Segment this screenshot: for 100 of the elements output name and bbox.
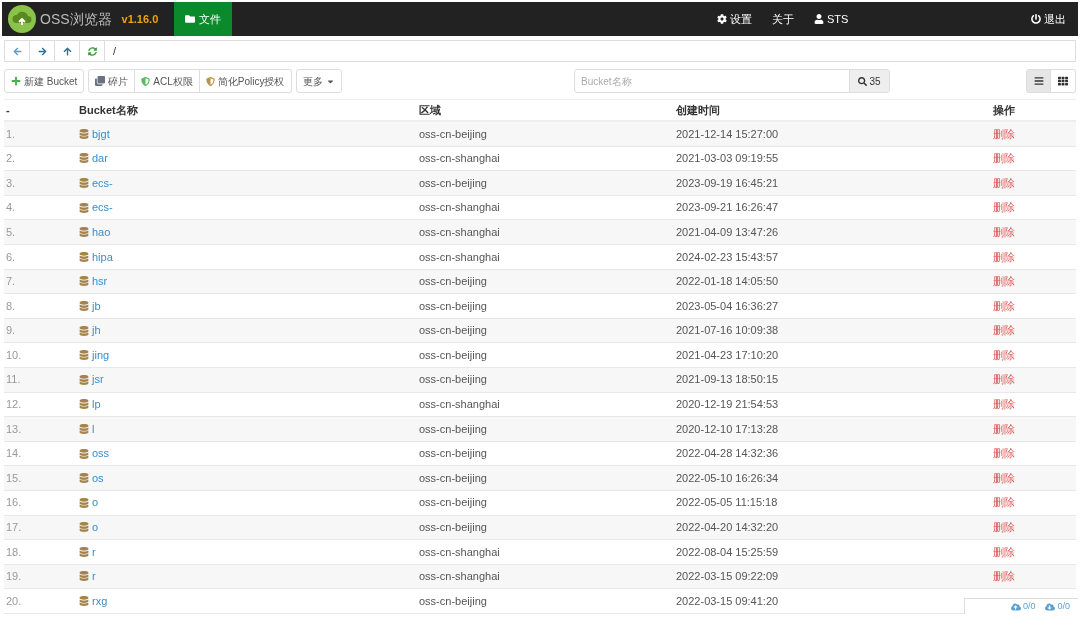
about-link[interactable]: 关于 [772,10,794,28]
shield-icon [141,76,151,86]
bucket-icon [79,374,89,385]
bucket-name-link[interactable]: ecs- [92,199,113,216]
delete-link[interactable]: 删除 [993,568,1015,585]
column-header: 区域 [419,102,442,118]
copy-icon [95,76,106,86]
cloud-download-icon [1045,601,1056,612]
row-number: 6. [5,249,17,265]
upload-status-button[interactable]: 0/0 [1010,599,1036,614]
row-number: 18. [5,544,23,560]
bucket-icon [79,350,89,361]
grid-view-button[interactable] [1051,69,1076,93]
bucket-name-link[interactable]: jsr [92,371,104,388]
row-number: 16. [5,495,23,511]
bucket-name-link[interactable]: o [92,494,99,511]
acl-button[interactable]: ACL权限 [135,69,200,93]
delete-link[interactable]: 删除 [993,346,1015,364]
bucket-name-link[interactable]: dar [92,150,108,167]
forward-button[interactable] [29,40,54,62]
files-tab[interactable]: 文件 [174,2,233,36]
created-time-cell-text: 2022-04-20 14:32:20 [676,520,780,536]
forward-arrow-icon [37,46,47,56]
bucket-icon [79,300,89,311]
bucket-icon [79,202,89,213]
delete-link[interactable]: 删除 [993,199,1015,216]
bucket-search-field[interactable]: Bucket名称 35 [574,69,890,93]
download-status-button[interactable]: 0/0 [1045,599,1070,614]
logout-link[interactable]: 退出 [1031,10,1066,28]
refresh-icon [87,46,97,56]
bucket-name-link[interactable]: oss [92,445,110,462]
bucket-icon [79,178,89,188]
back-arrow-icon [12,46,22,56]
region-cell-text: oss-cn-beijing [419,520,488,536]
region-cell-text: oss-cn-shanghai [419,200,501,216]
delete-link[interactable]: 删除 [993,322,1015,339]
region-cell-text: oss-cn-beijing [419,593,488,609]
delete-link[interactable]: 删除 [993,150,1015,167]
bucket-name-link[interactable]: lp [92,396,101,413]
bucket-name-link[interactable]: o [92,519,99,536]
bucket-icon [79,399,89,410]
created-time-cell-text: 2021-03-03 09:19:55 [676,151,780,167]
list-view-button[interactable] [1026,69,1051,93]
bucket-name-link[interactable]: bjgt [92,125,110,143]
delete-link[interactable]: 删除 [993,371,1015,388]
created-time-cell-text: 2022-08-04 15:25:59 [676,544,780,560]
bucket-name-link[interactable]: jing [92,346,110,364]
bucket-name-link[interactable]: os [92,469,104,487]
up-button[interactable] [54,40,79,62]
delete-link[interactable]: 删除 [993,445,1015,462]
policy-button[interactable]: 简化Policy授权 [199,69,292,93]
bucket-icon [79,546,89,557]
back-button[interactable] [4,40,29,62]
new-bucket-button[interactable]: 新建 Bucket [4,69,85,93]
region-cell-text: oss-cn-beijing [419,175,488,191]
column-header: - [5,102,11,118]
bucket-name-link[interactable]: hsr [92,273,108,290]
delete-link[interactable]: 删除 [993,273,1015,290]
bucket-name-link[interactable]: hao [92,223,111,241]
bucket-name-link[interactable]: r [92,568,96,585]
region-cell-text: oss-cn-beijing [419,347,488,363]
row-number: 9. [5,323,17,339]
path-field[interactable]: / [104,40,1076,62]
bucket-name-link[interactable]: l [92,420,95,438]
fragments-button[interactable]: 碎片 [88,69,136,93]
list-icon [1033,76,1044,86]
delete-link[interactable]: 删除 [993,420,1015,438]
bucket-icon [79,571,89,582]
delete-link[interactable]: 删除 [993,543,1015,561]
search-button[interactable]: 35 [849,70,889,92]
bucket-icon [79,423,89,434]
bucket-name-link[interactable]: hipa [92,248,113,265]
delete-link[interactable]: 删除 [993,519,1015,536]
delete-link[interactable]: 删除 [993,396,1015,413]
delete-link[interactable]: 删除 [993,174,1015,192]
bucket-name-link[interactable]: jb [92,297,101,315]
user-menu[interactable]: STS [814,10,1019,28]
refresh-button[interactable] [79,40,104,62]
more-button[interactable]: 更多 [295,69,342,93]
delete-link[interactable]: 删除 [993,494,1015,511]
delete-link[interactable]: 删除 [993,248,1015,265]
delete-link[interactable]: 删除 [993,125,1015,143]
delete-link[interactable]: 删除 [993,297,1015,315]
region-cell-text: oss-cn-beijing [419,421,488,437]
bucket-name-link[interactable]: rxg [92,592,108,610]
delete-link[interactable]: 删除 [993,223,1015,241]
column-header: 创建时间 [676,102,721,118]
region-cell-text: oss-cn-shanghai [419,224,501,240]
bucket-name-link[interactable]: r [92,543,96,561]
bucket-name-link[interactable]: ecs- [92,174,113,192]
row-number: 5. [5,224,17,240]
created-time-cell-text: 2020-12-19 21:54:53 [676,397,780,413]
created-time-cell-text: 2024-02-23 15:43:57 [676,249,780,265]
settings-icon [717,14,727,24]
delete-link[interactable]: 删除 [993,469,1015,487]
settings-link[interactable]: 设置 [717,10,752,28]
row-number: 19. [5,569,23,585]
bucket-icon [79,596,89,607]
created-time-cell-text: 2021-04-09 13:47:26 [676,224,780,240]
bucket-name-link[interactable]: jh [92,322,101,339]
